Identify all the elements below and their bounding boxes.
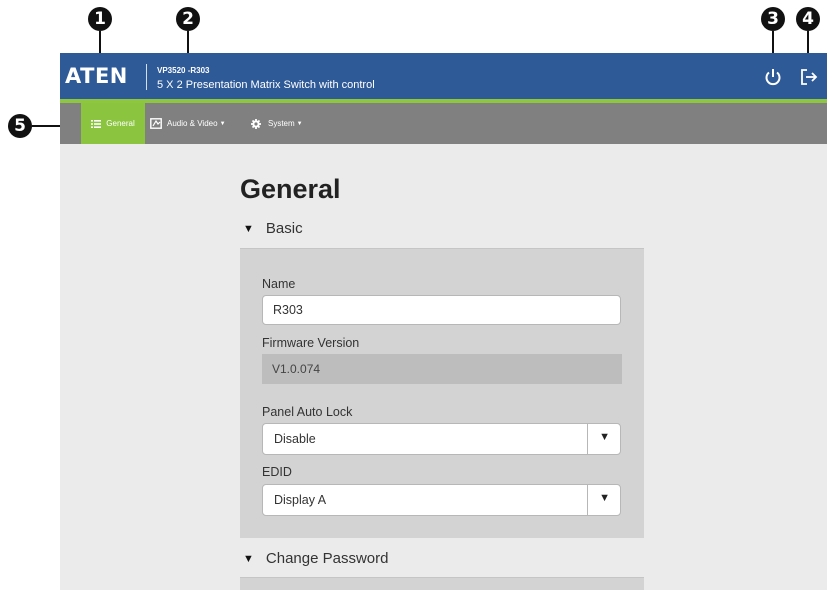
section-basic-toggle[interactable]: ▼ Basic bbox=[243, 220, 303, 237]
chevron-down-icon: ▼ bbox=[219, 120, 226, 127]
product-description: 5 X 2 Presentation Matrix Switch with co… bbox=[157, 79, 375, 91]
name-input[interactable]: R303 bbox=[262, 295, 621, 325]
edid-value: Display A bbox=[274, 493, 327, 507]
select-divider bbox=[587, 485, 588, 515]
dropdown-arrow-icon[interactable]: ▼ bbox=[599, 431, 610, 443]
nav-menu-audio-video[interactable]: Audio & Video ▼ bbox=[150, 103, 226, 144]
chevron-down-icon: ▼ bbox=[296, 120, 303, 127]
dropdown-arrow-icon[interactable]: ▼ bbox=[599, 492, 610, 504]
section-basic-label: Basic bbox=[265, 220, 303, 237]
edid-label: EDID bbox=[262, 465, 292, 479]
page-title: General bbox=[240, 174, 341, 204]
power-icon[interactable] bbox=[763, 67, 783, 87]
name-label: Name bbox=[262, 277, 296, 291]
list-icon bbox=[91, 119, 102, 128]
app-header bbox=[60, 53, 827, 99]
edid-select[interactable]: Display A ▼ bbox=[262, 484, 621, 516]
logout-icon[interactable] bbox=[799, 67, 819, 87]
device-model: VP3520 -R303 bbox=[157, 66, 210, 75]
section-change-password-toggle[interactable]: ▼ Change Password bbox=[243, 550, 388, 567]
aten-logo: ATEN bbox=[65, 64, 128, 88]
nav-tab-general-label: General bbox=[106, 119, 135, 128]
callout-1: 1 bbox=[88, 7, 112, 31]
triangle-down-icon: ▼ bbox=[243, 222, 254, 235]
panel-auto-lock-value: Disable bbox=[274, 432, 316, 446]
section-change-password-label: Change Password bbox=[265, 550, 389, 567]
callout-2: 2 bbox=[176, 7, 200, 31]
nav-menu-system[interactable]: System ▼ bbox=[251, 103, 303, 144]
nav-menu-system-label: System bbox=[268, 119, 295, 128]
panel-auto-lock-select[interactable]: Disable ▼ bbox=[262, 423, 621, 455]
select-divider bbox=[587, 424, 588, 454]
firmware-version-label: Firmware Version bbox=[262, 336, 360, 350]
callout-3: 3 bbox=[761, 7, 785, 31]
panel-auto-lock-label: Panel Auto Lock bbox=[262, 405, 353, 419]
callout-4: 4 bbox=[796, 7, 820, 31]
logo-divider bbox=[146, 64, 147, 90]
callout-5: 5 bbox=[8, 114, 32, 138]
audio-video-icon bbox=[150, 118, 162, 129]
nav-tab-general[interactable]: General bbox=[81, 103, 145, 144]
nav-menu-audio-video-label: Audio & Video bbox=[167, 119, 218, 128]
gear-icon bbox=[251, 118, 261, 129]
firmware-version-value: V1.0.074 bbox=[262, 354, 622, 384]
triangle-down-icon: ▼ bbox=[243, 552, 254, 565]
change-password-panel bbox=[240, 578, 644, 590]
